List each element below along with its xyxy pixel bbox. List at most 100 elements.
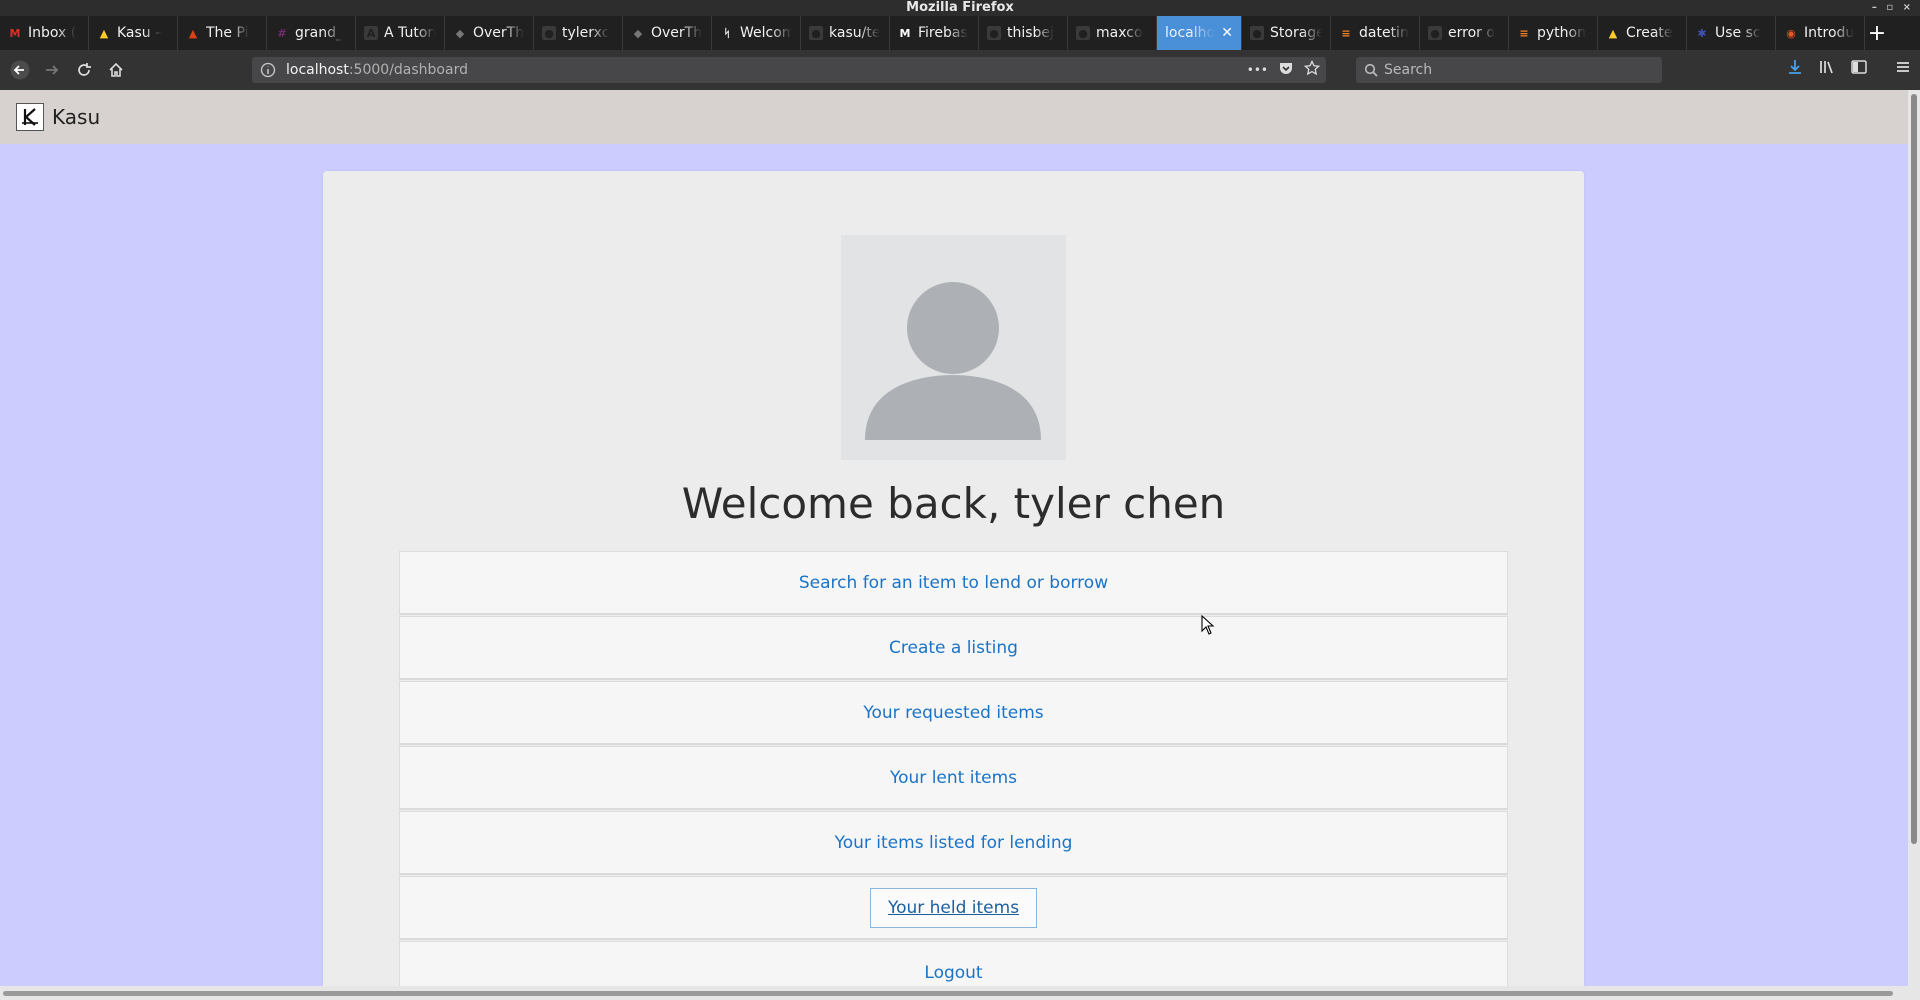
dashboard-card: Welcome back, tyler chen Search for an i… [323,171,1584,986]
user-silhouette-icon [865,282,1041,440]
reload-button[interactable] [68,54,100,86]
tab-17[interactable]: ≡ python [1509,16,1598,50]
tab-5[interactable]: ◆ OverTh [445,16,534,50]
vertical-scrollbar[interactable] [1908,90,1920,986]
menu-item: Your requested items [399,681,1508,745]
kasu-logo-icon[interactable] [16,103,44,131]
welcome-heading: Welcome back, tyler chen [681,479,1226,528]
arrow-left-icon [10,60,30,80]
tab-2[interactable]: ▲ The Pi [178,16,267,50]
tab-1[interactable]: ▲ Kasu – [89,16,178,50]
window-title-bar: Mozilla Firefox – ▫ × [0,0,1920,16]
menu-item: Your held items [399,876,1508,940]
brand-name[interactable]: Kasu [52,105,100,129]
library-icon[interactable] [1818,58,1836,76]
tab-label: The Pi [206,25,249,41]
tab-0[interactable]: M Inbox ( [0,16,89,50]
horizontal-scrollbar[interactable] [0,986,1920,1000]
tab-label: kasu/te [829,25,881,41]
url-host: localhost [286,62,349,78]
scrollbar-thumb[interactable] [1911,94,1917,844]
github-icon: ● [1428,26,1442,40]
tab-10[interactable]: M Firebas [890,16,979,50]
overthewire-icon: ◆ [633,26,643,40]
sidebar-icon[interactable] [1850,58,1868,76]
menu-link-5[interactable]: Your held items [869,887,1038,928]
arrow-right-icon [46,65,59,75]
stackoverflow-icon: ≡ [1341,26,1351,40]
page-actions-icon[interactable]: ••• [1247,60,1268,80]
scrollbar-thumb[interactable] [3,991,1893,996]
new-tab-button[interactable]: + [1865,16,1889,50]
gmail-icon: M [9,26,21,40]
download-icon[interactable] [1786,58,1804,76]
info-icon[interactable] [260,62,276,78]
back-button[interactable] [4,54,36,86]
window-title: Mozilla Firefox [906,0,1014,15]
bookmark-star-icon[interactable] [1304,60,1320,76]
github-icon: ● [809,26,823,40]
tab-16[interactable]: ● error o [1420,16,1509,50]
firebase-icon: ▲ [1608,26,1618,40]
menu-item: Your items listed for lending [399,811,1508,875]
url-bar[interactable]: localhost:5000/dashboard ••• [252,57,1326,83]
tab-9[interactable]: ● kasu/te [801,16,890,50]
menu-item: Your lent items [399,746,1508,810]
search-icon [1364,63,1378,77]
pocket-icon[interactable] [1278,60,1294,76]
url-path: :5000/dashboard [348,62,468,78]
tab-13[interactable]: localho ✕ [1157,16,1242,50]
tab-15[interactable]: ≡ datetin [1331,16,1420,50]
home-button[interactable] [100,54,132,86]
app-navbar: Kasu [0,90,1908,144]
tab-label: datetin [1359,25,1409,41]
menu-link-0[interactable]: Search for an item to lend or borrow [782,564,1125,602]
menu-link-4[interactable]: Your items listed for lending [818,824,1090,862]
search-input[interactable]: Search [1356,57,1662,83]
hamburger-menu-icon[interactable] [1894,58,1912,76]
menu-item: Create a listing [399,616,1508,680]
forward-button[interactable] [36,54,68,86]
medium-icon: M [899,26,911,40]
tab-4[interactable]: A A Tutorial [356,16,445,50]
menu-link-2[interactable]: Your requested items [846,694,1060,732]
tab-label: error o [1448,25,1495,41]
tab-3[interactable]: # grand_ [267,16,356,50]
tab-strip: M Inbox (▲ Kasu – ▲ The Pi # grand_ A A Tutorial… [0,16,1920,50]
piedpiper-icon: ▲ [188,26,198,40]
page-viewport: Kasu Welcome back, tyler chen Search for… [0,90,1908,986]
window-controls[interactable]: – ▫ × [1872,0,1914,16]
reload-icon [78,63,91,76]
tab-label: thisbej [1007,25,1054,41]
menu-item: Logout [399,941,1508,986]
menu-link-6[interactable]: Logout [907,954,999,987]
close-tab-icon[interactable]: ✕ [1221,25,1233,41]
tab-label: localho [1165,25,1216,41]
menu-item: Search for an item to lend or borrow [399,551,1508,615]
dashboard-menu: Search for an item to lend or borrow Crea… [399,551,1508,986]
tab-label: maxco [1096,25,1143,41]
tab-label: Create [1626,25,1673,41]
tab-8[interactable]: ᛋ Welcom [712,16,801,50]
menu-link-1[interactable]: Create a listing [872,629,1035,667]
toolbar-right-buttons [1786,58,1912,76]
tab-label: OverTh [651,25,703,41]
tab-11[interactable]: ● thisbej [979,16,1068,50]
tab-label: Introdu [1804,25,1855,41]
github-icon: ● [1076,26,1090,40]
tab-14[interactable]: ● Storage [1242,16,1331,50]
tab-label: Kasu – [117,25,163,41]
tab-label: Welcom [740,25,792,41]
menu-link-3[interactable]: Your lent items [873,759,1034,797]
tab-6[interactable]: ● tylerxc [534,16,623,50]
tab-18[interactable]: ▲ Create [1598,16,1687,50]
tab-7[interactable]: ◆ OverTh [623,16,712,50]
kasu-icon: ᛋ [723,26,731,40]
tab-label: grand_ [295,25,343,41]
tab-label: Storage [1270,25,1322,41]
tab-12[interactable]: ● maxco [1068,16,1157,50]
tab-19[interactable]: ✱ Use sc [1687,16,1776,50]
ubuntu-icon: ◉ [1786,26,1796,40]
tab-20[interactable]: ◉ Introdu [1776,16,1865,50]
text-icon: A [364,26,378,40]
